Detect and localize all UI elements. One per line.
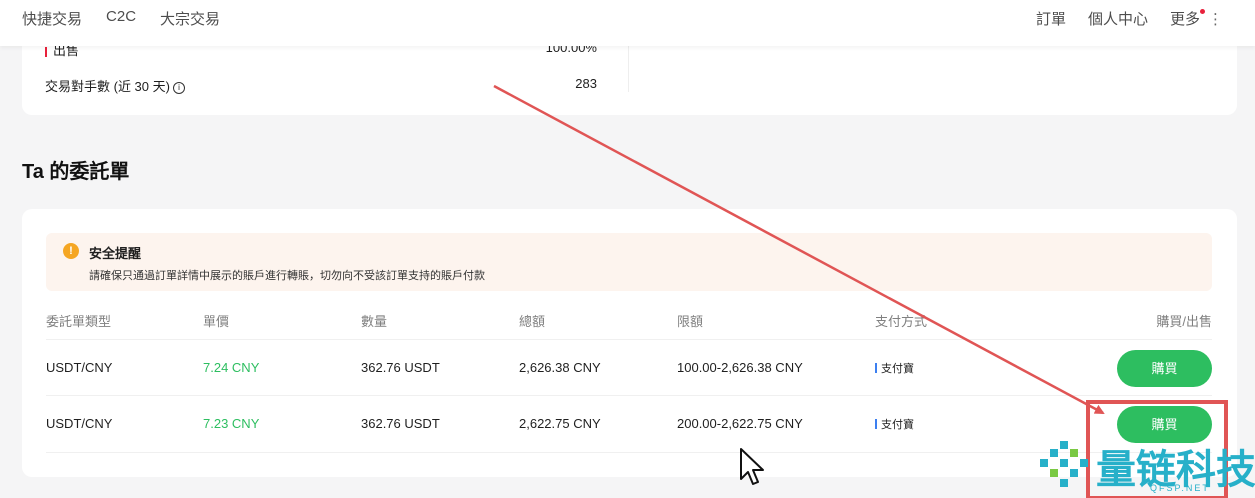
buy-button[interactable]: 購買: [1117, 350, 1212, 387]
counterparties-label: 交易對手數 (近 30 天): [45, 79, 170, 94]
row-payment: 支付寶: [875, 416, 914, 432]
kebab-menu-icon[interactable]: ⋮: [1208, 10, 1223, 28]
row-pair: USDT/CNY: [46, 360, 113, 375]
info-icon[interactable]: i: [172, 82, 185, 94]
sell-indicator-icon: [45, 46, 47, 57]
nav-quick-trade[interactable]: 快捷交易: [22, 8, 82, 29]
table-header: 委託單類型 單價 數量 總額 限額 支付方式 購買/出售: [46, 311, 1212, 331]
nav-block-trade[interactable]: 大宗交易: [160, 8, 220, 29]
security-notice: ! 安全提醒 請確保只通過訂單詳情中展示的賬戶進行轉賬，切勿向不受該訂單支持的賬…: [46, 233, 1212, 291]
header-price: 單價: [203, 314, 230, 329]
warning-icon: !: [63, 243, 79, 259]
mouse-cursor-icon: [740, 448, 764, 485]
secondary-nav: 訂單 個人中心 更多 ⋮: [1036, 8, 1223, 29]
counterparties-value: 283: [575, 76, 597, 91]
nav-c2c[interactable]: C2C: [106, 8, 136, 29]
row-limit: 200.00-2,622.75 CNY: [677, 416, 803, 431]
header-order-type: 委託單類型: [46, 314, 112, 329]
top-navigation-bar: 快捷交易 C2C 大宗交易 訂單 個人中心 更多 ⋮: [0, 0, 1255, 46]
section-title: Ta 的委託單: [22, 161, 130, 183]
notice-text: 請確保只通過訂單詳情中展示的賬戶進行轉賬，切勿向不受該訂單支持的賬戶付款: [89, 270, 485, 282]
row-price: 7.23 CNY: [203, 416, 260, 431]
row-total: 2,626.38 CNY: [519, 360, 601, 375]
row-price: 7.24 CNY: [203, 360, 260, 375]
header-total: 總額: [519, 314, 546, 329]
alipay-icon: [875, 363, 877, 373]
header-amount: 數量: [361, 314, 388, 329]
row-amount: 362.76 USDT: [361, 416, 440, 431]
row-amount: 362.76 USDT: [361, 360, 440, 375]
header-payment: 支付方式: [875, 314, 928, 329]
nav-profile[interactable]: 個人中心: [1088, 8, 1148, 29]
watermark-logo-icon: [1040, 441, 1088, 487]
notice-title: 安全提醒: [89, 246, 142, 261]
watermark: 量链科技 QFSP.NET: [1038, 435, 1255, 497]
payment-label: 支付寶: [881, 363, 914, 375]
header-action: 購買/出售: [1156, 314, 1212, 329]
row-pair: USDT/CNY: [46, 416, 113, 431]
table-row: USDT/CNY 7.24 CNY 362.76 USDT 2,626.38 C…: [46, 339, 1212, 396]
row-limit: 100.00-2,626.38 CNY: [677, 360, 803, 375]
counterparties-row: 交易對手數 (近 30 天) i 283: [45, 76, 597, 95]
payment-label: 支付寶: [881, 419, 914, 431]
alipay-icon: [875, 419, 877, 429]
primary-nav: 快捷交易 C2C 大宗交易: [22, 8, 220, 29]
nav-more-label: 更多: [1169, 11, 1200, 28]
row-total: 2,622.75 CNY: [519, 416, 601, 431]
watermark-site: QFSP.NET: [1150, 483, 1210, 493]
nav-orders[interactable]: 訂單: [1036, 8, 1066, 29]
header-limit: 限額: [677, 314, 704, 329]
notification-dot-icon: [1199, 9, 1205, 14]
nav-more[interactable]: 更多 ⋮: [1170, 8, 1223, 29]
row-payment: 支付寶: [875, 360, 914, 376]
